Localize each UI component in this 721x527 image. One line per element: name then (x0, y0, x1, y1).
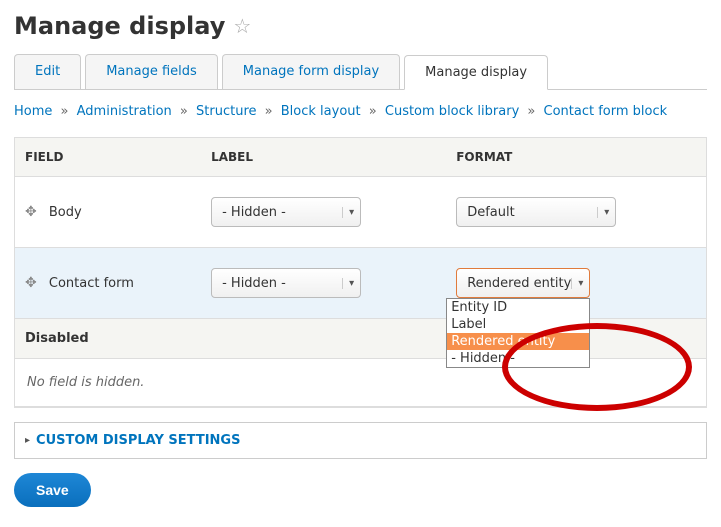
tab-manage-form-display[interactable]: Manage form display (222, 54, 400, 89)
chevron-down-icon: ▾ (571, 278, 583, 289)
breadcrumb-sep: » (265, 104, 273, 119)
tabs: Edit Manage fields Manage form display M… (14, 54, 707, 90)
disabled-section: Disabled No field is hidden. (14, 319, 707, 408)
select-value: - Hidden - (222, 205, 286, 220)
fields-table: FIELD LABEL FORMAT ✥ Body - Hidden - ▾ (14, 137, 707, 319)
breadcrumb-home[interactable]: Home (14, 104, 52, 119)
chevron-down-icon: ▾ (342, 278, 354, 289)
disabled-header: Disabled (15, 319, 706, 359)
save-button[interactable]: Save (14, 473, 91, 507)
table-row: ✥ Contact form - Hidden - ▾ Rendered ent… (15, 248, 707, 319)
dropdown-option-hidden[interactable]: - Hidden - (447, 350, 589, 367)
dropdown-option-label[interactable]: Label (447, 316, 589, 333)
tab-manage-display[interactable]: Manage display (404, 55, 548, 90)
custom-display-settings[interactable]: ▸ CUSTOM DISPLAY SETTINGS (14, 422, 707, 459)
custom-settings-label: CUSTOM DISPLAY SETTINGS (36, 433, 240, 448)
breadcrumb-sep: » (527, 104, 535, 119)
breadcrumb-block-layout[interactable]: Block layout (281, 104, 361, 119)
chevron-down-icon: ▾ (342, 207, 354, 218)
format-dropdown: Entity ID Label Rendered entity - Hidden… (446, 298, 590, 368)
label-select-body[interactable]: - Hidden - ▾ (211, 197, 361, 227)
triangle-right-icon: ▸ (25, 435, 30, 446)
format-select-contact-form[interactable]: Rendered entity ▾ (456, 268, 590, 298)
select-value: Rendered entity (467, 276, 571, 291)
drag-handle-icon[interactable]: ✥ (25, 275, 37, 291)
disabled-body: No field is hidden. (15, 359, 706, 407)
breadcrumb-structure[interactable]: Structure (196, 104, 256, 119)
tab-manage-fields[interactable]: Manage fields (85, 54, 218, 89)
breadcrumb: Home » Administration » Structure » Bloc… (14, 104, 707, 119)
dropdown-option-entity-id[interactable]: Entity ID (447, 299, 589, 316)
breadcrumb-sep: » (369, 104, 377, 119)
th-format: FORMAT (446, 138, 706, 177)
field-name: Contact form (49, 276, 134, 291)
breadcrumb-contact-form-block[interactable]: Contact form block (544, 104, 668, 119)
table-row: ✥ Body - Hidden - ▾ Default ▾ (15, 177, 707, 248)
drag-handle-icon[interactable]: ✥ (25, 204, 37, 220)
breadcrumb-custom-block-library[interactable]: Custom block library (385, 104, 519, 119)
select-value: - Hidden - (222, 276, 286, 291)
chevron-down-icon: ▾ (597, 207, 609, 218)
page-title: Manage display ☆ (14, 12, 707, 40)
select-value: Default (467, 205, 515, 220)
star-icon[interactable]: ☆ (233, 14, 251, 38)
page-title-text: Manage display (14, 12, 225, 40)
label-select-contact-form[interactable]: - Hidden - ▾ (211, 268, 361, 298)
tab-edit[interactable]: Edit (14, 54, 81, 89)
field-name: Body (49, 205, 82, 220)
breadcrumb-sep: » (180, 104, 188, 119)
format-select-body[interactable]: Default ▾ (456, 197, 616, 227)
dropdown-option-rendered-entity[interactable]: Rendered entity (447, 333, 589, 350)
th-field: FIELD (15, 138, 202, 177)
breadcrumb-admin[interactable]: Administration (77, 104, 172, 119)
th-label: LABEL (201, 138, 446, 177)
breadcrumb-sep: » (61, 104, 69, 119)
